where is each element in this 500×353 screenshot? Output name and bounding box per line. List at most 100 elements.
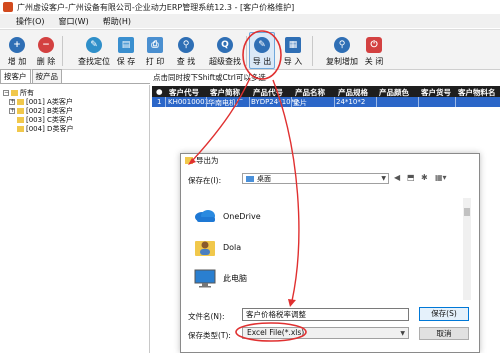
save-toolbar-button[interactable]: ▤ 保 存 <box>116 33 136 69</box>
file-list: OneDrive Dola 此电脑 <box>188 198 475 298</box>
export-label: 导 出 <box>252 57 272 66</box>
close-label: 关 闭 <box>364 57 384 66</box>
advanced-search-label: 超级查找 <box>209 57 241 66</box>
import-icon: ▦ <box>285 37 301 53</box>
dialog-title-bar: 导出为 <box>181 154 481 167</box>
grid-divider <box>291 97 292 107</box>
file-item-onedrive[interactable]: OneDrive <box>193 208 261 224</box>
grid-divider <box>249 97 250 107</box>
delete-icon: − <box>38 37 54 53</box>
tab-by-product[interactable]: 按产品 <box>31 69 62 83</box>
folder-icon <box>17 108 24 114</box>
print-icon: ⎙ <box>147 37 163 53</box>
file-list-scrollbar[interactable] <box>463 198 471 300</box>
copy-add-icon: ⚲ <box>334 37 350 53</box>
chevron-down-icon: ▼ <box>400 330 405 337</box>
folder-icon <box>185 157 193 164</box>
locate-label: 查找定位 <box>78 57 110 66</box>
app-logo-icon <box>3 2 13 12</box>
table-row[interactable]: 1 KH0010001 华南电机厂 BYDP24*10*2 垫片 24*10*2 <box>152 97 500 107</box>
locate-button[interactable]: ✎ 查找定位 <box>78 33 110 69</box>
print-button[interactable]: ⎙ 打 印 <box>145 33 165 69</box>
file-item-this-pc[interactable]: 此电脑 <box>193 268 247 288</box>
collapse-icon[interactable]: − <box>3 90 9 96</box>
tab-by-customer[interactable]: 按客户 <box>0 69 31 83</box>
menu-operation[interactable]: 操作(O) <box>16 16 45 27</box>
toolbar-separator <box>62 36 63 66</box>
add-label: 增 加 <box>7 57 27 66</box>
grid-divider <box>455 97 456 107</box>
expand-icon[interactable]: + <box>9 108 15 114</box>
left-tab-bar: 按客户 按产品 <box>0 69 150 84</box>
back-icon[interactable]: ◀ <box>394 173 400 182</box>
save-location-select[interactable]: 桌面 ▼ <box>242 173 389 184</box>
chevron-down-icon: ▼ <box>381 175 386 182</box>
customer-tree: − 所有 + [001] A类客户 + [002] B类客户 [003] C类客… <box>0 85 150 353</box>
window-title: 广州虚设客户-广州设备有限公司-企业动力ERP管理系统12.3 - [客户价格维… <box>17 2 295 12</box>
tree-item[interactable]: [004] D类客户 <box>17 124 73 134</box>
grid-header: ● 客户代号 客户简称 产品代号 产品名称 产品规格 产品颜色 客户货号 客户物… <box>152 86 500 97</box>
user-folder-icon <box>195 241 215 256</box>
export-icon: ✎ <box>254 37 270 53</box>
cancel-button[interactable]: 取消 <box>419 327 469 340</box>
expand-icon[interactable]: + <box>9 99 15 105</box>
file-item-label: OneDrive <box>223 211 261 221</box>
grid-divider <box>206 97 207 107</box>
computer-icon <box>194 269 216 288</box>
delete-label: 删 除 <box>36 57 56 66</box>
close-button[interactable]: ⏻ 关 闭 <box>364 33 384 69</box>
title-bar: 广州虚设客户-广州设备有限公司-企业动力ERP管理系统12.3 - [客户价格维… <box>0 0 500 14</box>
delete-button[interactable]: − 删 除 <box>36 33 56 69</box>
up-folder-icon[interactable]: ⬒ <box>407 173 415 182</box>
advanced-search-button[interactable]: Q 超级查找 <box>209 33 241 69</box>
file-item-dola[interactable]: Dola <box>193 236 241 258</box>
dialog-title: 导出为 <box>196 156 219 165</box>
import-label: 导 入 <box>283 57 303 66</box>
folder-icon <box>17 126 24 132</box>
filename-label: 文件名(N): <box>188 312 225 321</box>
save-button[interactable]: 保存(S) <box>419 307 469 321</box>
toolbar: + 增 加 − 删 除 ✎ 查找定位 ▤ 保 存 ⎙ 打 印 ⚲ 查 找 Q 超… <box>0 29 500 70</box>
row-number: 1 <box>157 98 162 106</box>
folder-icon <box>17 117 24 123</box>
multi-select-hint: 点击同时按下Shift或Ctrl可以多选 <box>153 73 266 82</box>
filename-input[interactable]: 客户价格税率调整 <box>242 308 409 321</box>
save-toolbar-label: 保 存 <box>116 57 136 66</box>
scrollbar-thumb[interactable] <box>464 208 470 216</box>
cell-customer-name[interactable]: 华南电机厂 <box>208 98 243 108</box>
cell-customer-code[interactable]: KH0010001 <box>168 98 209 106</box>
advanced-search-icon: Q <box>217 37 233 53</box>
file-item-label: 此电脑 <box>223 273 247 283</box>
toolbar-separator <box>312 36 313 66</box>
folder-icon <box>17 99 24 105</box>
new-folder-icon[interactable]: ✱ <box>421 173 428 182</box>
menu-help[interactable]: 帮助(H) <box>103 16 131 27</box>
save-location-value: 桌面 <box>257 174 271 183</box>
app-window: 广州虚设客户-广州设备有限公司-企业动力ERP管理系统12.3 - [客户价格维… <box>0 0 500 353</box>
cell-product-spec[interactable]: 24*10*2 <box>336 98 365 106</box>
file-item-label: Dola <box>223 242 242 252</box>
cell-product-name[interactable]: 垫片 <box>293 98 307 108</box>
add-button[interactable]: + 增 加 <box>7 33 27 69</box>
copy-add-button[interactable]: ⚲ 复制增加 <box>326 33 358 69</box>
save-icon: ▤ <box>118 37 134 53</box>
search-label: 查 找 <box>176 57 196 66</box>
filetype-value: Excel File(*.xls) <box>247 328 305 337</box>
print-label: 打 印 <box>145 57 165 66</box>
grid-divider <box>334 97 335 107</box>
toolbar-separator <box>246 36 247 66</box>
search-icon: ⚲ <box>178 37 194 53</box>
filetype-select[interactable]: Excel File(*.xls) ▼ <box>242 327 409 339</box>
search-button[interactable]: ⚲ 查 找 <box>176 33 196 69</box>
menu-window[interactable]: 窗口(W) <box>59 16 89 27</box>
export-dialog: 导出为 保存在(I): 桌面 ▼ ◀ ⬒ ✱ ▦▾ OneDrive Dola … <box>180 153 480 353</box>
export-button[interactable]: ✎ 导 出 <box>249 32 275 69</box>
column-header-marker[interactable]: ● <box>156 87 163 96</box>
close-icon: ⏻ <box>366 37 382 53</box>
menu-bar: 操作(O) 窗口(W) 帮助(H) <box>0 14 500 28</box>
import-button[interactable]: ▦ 导 入 <box>283 33 303 69</box>
desktop-icon <box>246 175 254 182</box>
filetype-label: 保存类型(T): <box>188 331 231 340</box>
grid-divider <box>376 97 377 107</box>
view-menu-icon[interactable]: ▦▾ <box>435 173 447 182</box>
